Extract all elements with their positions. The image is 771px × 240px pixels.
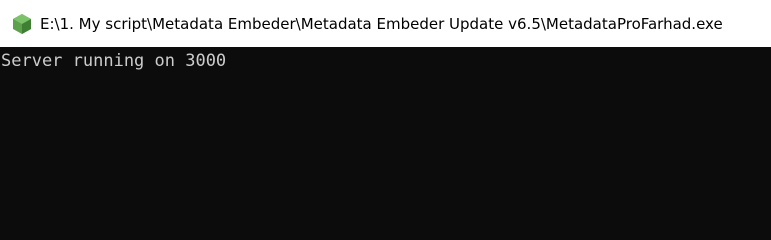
title-bar[interactable]: E:\1. My script\Metadata Embeder\Metadat… xyxy=(0,0,771,47)
window-title: E:\1. My script\Metadata Embeder\Metadat… xyxy=(40,15,723,33)
console-line: Server running on 3000 xyxy=(1,51,227,71)
nodejs-hexagon-icon xyxy=(11,13,33,35)
console-output[interactable]: Server running on 3000 xyxy=(0,47,771,223)
console-window: E:\1. My script\Metadata Embeder\Metadat… xyxy=(0,0,771,223)
